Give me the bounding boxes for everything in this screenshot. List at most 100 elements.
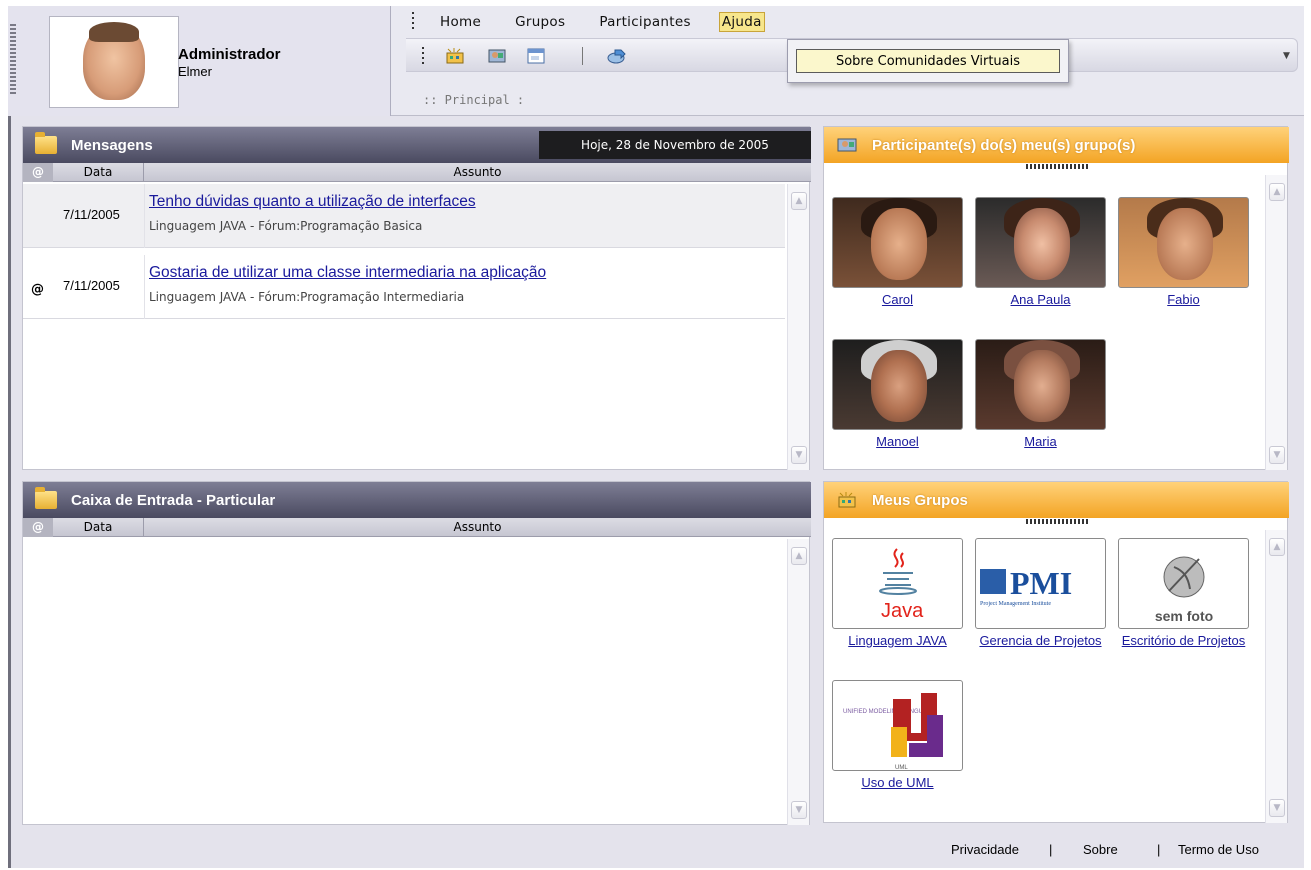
messages-title: Mensagens [71, 136, 153, 154]
footer-link-termo[interactable]: Termo de Uso [1178, 842, 1259, 857]
messages-panel: Mensagens Hoje, 28 de Novembro de 2005 @… [22, 126, 811, 470]
uml-logo: UNIFIED MODELING LANGUAGE UML [832, 680, 963, 771]
scroll-up-icon[interactable]: ▲ [1269, 183, 1285, 201]
inbox-table-header: @ Data Assunto [23, 517, 811, 537]
attachment-col-icon: @ [23, 517, 53, 537]
group-card[interactable]: UNIFIED MODELING LANGUAGE UML Uso de UML [832, 680, 963, 791]
help-dropdown: Sobre Comunidades Virtuais [787, 39, 1069, 83]
group-card[interactable]: sem foto Escritório de Projetos [1118, 538, 1249, 649]
scroll-down-icon[interactable]: ▼ [791, 801, 807, 819]
send-icon[interactable] [606, 47, 628, 65]
participants-header: Participante(s) do(s) meu(s) grupo(s) [824, 127, 1289, 163]
col-assunto[interactable]: Assunto [144, 165, 811, 179]
java-logo-text: Java [881, 600, 924, 622]
drag-grip[interactable] [10, 24, 16, 94]
group-link[interactable]: Gerencia de Projetos [975, 632, 1106, 649]
participant-link[interactable]: Ana Paula [975, 291, 1106, 308]
avatar [49, 16, 179, 108]
folder-icon [35, 487, 57, 509]
toolbar-grip [422, 47, 424, 65]
col-data[interactable]: Data [53, 517, 144, 537]
uml-logo-text: UML [895, 765, 908, 771]
participants-panel: Participante(s) do(s) meu(s) grupo(s) ▲ … [823, 126, 1289, 470]
folder-icon [35, 132, 57, 154]
group-link[interactable]: Linguagem JAVA [832, 632, 963, 649]
participant-link[interactable]: Fabio [1118, 291, 1249, 308]
footer-separator: | [1157, 842, 1161, 857]
participant-card[interactable]: Ana Paula [975, 197, 1106, 308]
scroll-up-icon[interactable]: ▲ [1269, 538, 1285, 556]
table-row[interactable]: 7/11/2005 Tenho dúvidas quanto a utiliza… [23, 184, 785, 248]
user-role: Administrador [178, 46, 281, 63]
window-icon[interactable] [525, 47, 547, 65]
pmi-logo-text: PMI [1010, 565, 1072, 601]
message-subject-link[interactable]: Gostaria de utilizar uma classe intermed… [149, 264, 546, 282]
group-card[interactable]: PMI Project Management Institute Gerenci… [975, 538, 1106, 649]
chevron-down-icon[interactable]: ▼ [1283, 51, 1293, 63]
groups-scrollbar[interactable]: ▲ ▼ [1265, 530, 1287, 823]
participant-photo [975, 339, 1106, 430]
group-card[interactable]: Java Linguagem JAVA [832, 538, 963, 649]
participants-scrollbar[interactable]: ▲ ▼ [1265, 175, 1287, 470]
menu-item-sobre[interactable]: Sobre Comunidades Virtuais [796, 49, 1060, 73]
main-menu: Home Grupos Participantes Ajuda [412, 10, 799, 34]
toolbar-separator [582, 47, 583, 65]
no-photo-image: sem foto [1118, 538, 1249, 629]
message-date: 7/11/2005 [63, 207, 120, 222]
user-profile: Administrador Elmer [8, 6, 391, 116]
menu-grip [412, 12, 414, 32]
groups-header: Meus Grupos [824, 482, 1289, 518]
messages-scrollbar[interactable]: ▲ ▼ [787, 184, 809, 470]
message-date: 7/11/2005 [63, 278, 120, 293]
attachment-icon: @ [31, 282, 44, 297]
col-data[interactable]: Data [53, 162, 144, 182]
breadcrumb: :: Principal : [423, 93, 525, 107]
panel-grip[interactable] [1026, 519, 1088, 524]
scroll-down-icon[interactable]: ▼ [1269, 446, 1285, 464]
participant-card[interactable]: Maria [975, 339, 1106, 450]
message-forum: Linguagem JAVA - Fórum:Programação Basic… [149, 219, 423, 233]
group-link[interactable]: Escritório de Projetos [1118, 632, 1249, 649]
scroll-up-icon[interactable]: ▲ [791, 547, 807, 565]
menu-home[interactable]: Home [440, 14, 481, 30]
menu-ajuda[interactable]: Ajuda [718, 12, 765, 32]
participant-photo [832, 197, 963, 288]
participant-card[interactable]: Carol [832, 197, 963, 308]
participant-photo [1118, 197, 1249, 288]
message-subject-link[interactable]: Tenho dúvidas quanto a utilização de int… [149, 193, 476, 211]
table-row[interactable]: @ 7/11/2005 Gostaria de utilizar uma cla… [23, 255, 785, 319]
groups-title: Meus Grupos [872, 491, 968, 509]
footer-link-sobre[interactable]: Sobre [1083, 842, 1118, 857]
today-date: Hoje, 28 de Novembro de 2005 [539, 131, 811, 159]
participant-link[interactable]: Maria [975, 433, 1106, 450]
col-assunto[interactable]: Assunto [144, 520, 811, 534]
groups-icon [836, 491, 858, 509]
message-forum: Linguagem JAVA - Fórum:Programação Inter… [149, 290, 465, 304]
participant-photo [975, 197, 1106, 288]
panel-grip[interactable] [1026, 164, 1088, 169]
participants-icon[interactable] [486, 47, 508, 65]
menu-grupos[interactable]: Grupos [515, 14, 565, 30]
user-photo [83, 22, 145, 100]
participant-link[interactable]: Manoel [832, 433, 963, 450]
scroll-up-icon[interactable]: ▲ [791, 192, 807, 210]
messages-header: Mensagens Hoje, 28 de Novembro de 2005 [23, 127, 811, 163]
pmi-logo: PMI Project Management Institute [975, 538, 1106, 629]
row-divider [144, 184, 145, 248]
participants-title: Participante(s) do(s) meu(s) grupo(s) [872, 136, 1136, 154]
footer-link-privacidade[interactable]: Privacidade [951, 842, 1019, 857]
inbox-header: Caixa de Entrada - Particular [23, 482, 811, 518]
participant-link[interactable]: Carol [832, 291, 963, 308]
messages-table-header: @ Data Assunto [23, 162, 811, 182]
menu-participantes[interactable]: Participantes [599, 14, 691, 30]
participant-card[interactable]: Manoel [832, 339, 963, 450]
java-logo: Java [832, 538, 963, 629]
participant-card[interactable]: Fabio [1118, 197, 1249, 308]
group-link[interactable]: Uso de UML [832, 774, 963, 791]
scroll-down-icon[interactable]: ▼ [1269, 799, 1285, 817]
inbox-scrollbar[interactable]: ▲ ▼ [787, 539, 809, 825]
pmi-logo-sub: Project Management Institute [980, 601, 1051, 607]
groups-icon[interactable] [444, 47, 466, 65]
scroll-down-icon[interactable]: ▼ [791, 446, 807, 464]
footer-separator: | [1049, 842, 1053, 857]
